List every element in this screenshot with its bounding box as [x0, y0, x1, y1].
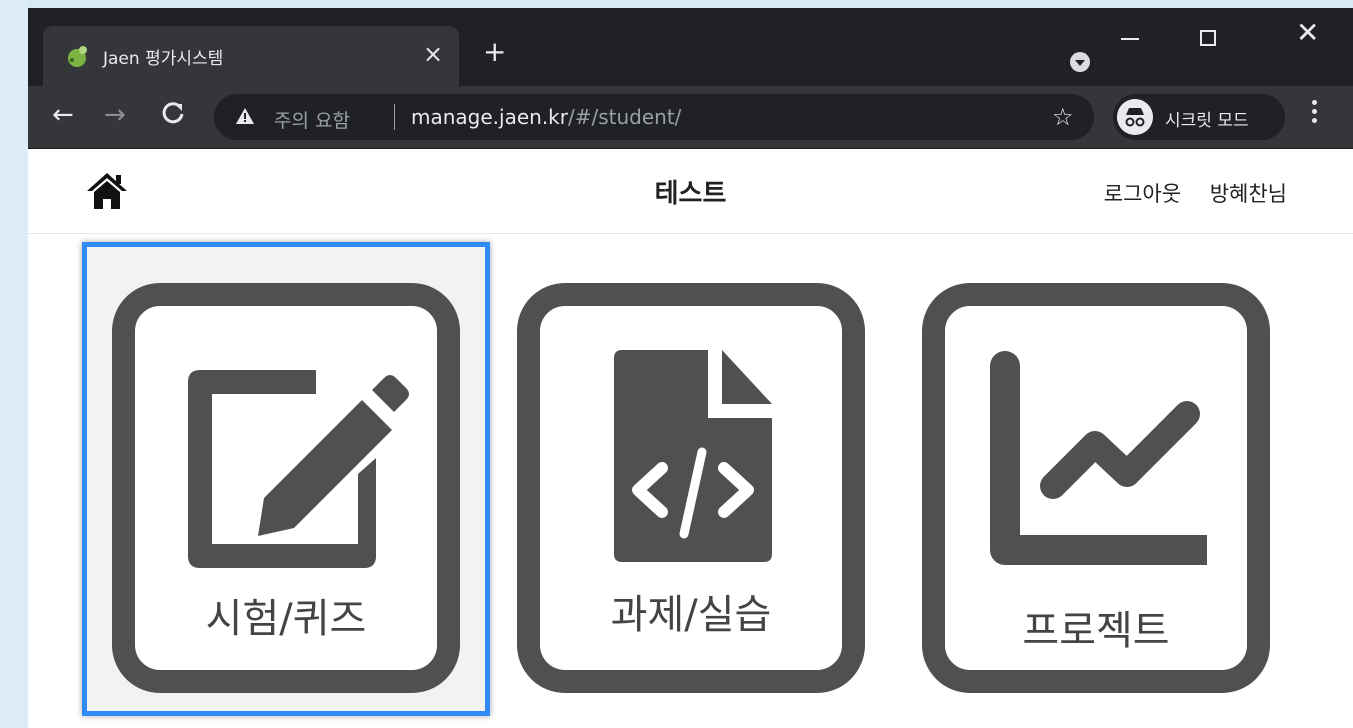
- frog-favicon-icon: [68, 46, 87, 67]
- card-label: 과제/실습: [610, 592, 772, 638]
- new-tab-button[interactable]: +: [483, 38, 506, 66]
- security-status[interactable]: 주의 요함: [274, 106, 350, 133]
- address-bar[interactable]: 주의 요함 manage.jaen.kr/#/student/ ☆: [214, 94, 1094, 140]
- tab-close-button[interactable]: ×: [423, 40, 443, 68]
- tab-search-icon[interactable]: [1070, 52, 1090, 72]
- back-arrow-icon[interactable]: ←: [52, 100, 74, 130]
- browser-window: Jaen 평가시스템 × + ✕ ← → 주의 요함 manage.jaen.k…: [28, 8, 1353, 728]
- browser-tab[interactable]: Jaen 평가시스템 ×: [43, 26, 459, 86]
- card-project[interactable]: 프로젝트: [922, 283, 1270, 693]
- menu-cards: 시험/퀴즈 과제/실습 프로젝트: [28, 233, 1353, 728]
- incognito-badge[interactable]: 시크릿 모드: [1113, 94, 1285, 140]
- warning-icon: [236, 108, 254, 124]
- incognito-label: 시크릿 모드: [1165, 111, 1249, 131]
- browser-toolbar: ← → 주의 요함 manage.jaen.kr/#/student/ ☆ 시크…: [28, 86, 1353, 149]
- minimize-button[interactable]: [1121, 38, 1139, 40]
- title-bar: Jaen 평가시스템 × + ✕: [28, 8, 1353, 86]
- url-host: manage.jaen.kr: [411, 105, 568, 129]
- incognito-icon: [1117, 99, 1153, 135]
- logout-link[interactable]: 로그아웃: [1104, 182, 1181, 206]
- reload-icon[interactable]: [161, 99, 185, 132]
- url-path: /#/student/: [567, 105, 682, 129]
- close-window-button[interactable]: ✕: [1296, 16, 1319, 49]
- omnibox-divider: [394, 104, 395, 130]
- line-chart-icon: [990, 351, 1207, 565]
- user-name: 방혜찬님: [1209, 182, 1287, 206]
- maximize-button[interactable]: [1200, 30, 1216, 46]
- url-text[interactable]: manage.jaen.kr/#/student/: [411, 105, 681, 129]
- menu-kebab-icon[interactable]: [1312, 100, 1318, 127]
- code-file-icon: [614, 350, 772, 562]
- card-label: 시험/퀴즈: [205, 596, 367, 642]
- card-exam-quiz[interactable]: 시험/퀴즈: [112, 283, 460, 693]
- edit-icon: [188, 370, 409, 568]
- tab-title: Jaen 평가시스템: [103, 49, 224, 69]
- home-icon[interactable]: [86, 171, 128, 211]
- header-links: 로그아웃 방혜찬님: [1082, 178, 1287, 208]
- forward-arrow-icon[interactable]: →: [104, 100, 126, 130]
- page-header: 테스트 로그아웃 방혜찬님: [28, 149, 1353, 234]
- bookmark-star-icon[interactable]: ☆: [1052, 103, 1074, 131]
- card-label: 프로젝트: [1022, 608, 1170, 654]
- desktop-background: [0, 0, 28, 728]
- card-assignment[interactable]: 과제/실습: [517, 283, 865, 693]
- web-page: 테스트 로그아웃 방혜찬님 시험/퀴즈 과제/실습 프로젝트: [28, 149, 1353, 728]
